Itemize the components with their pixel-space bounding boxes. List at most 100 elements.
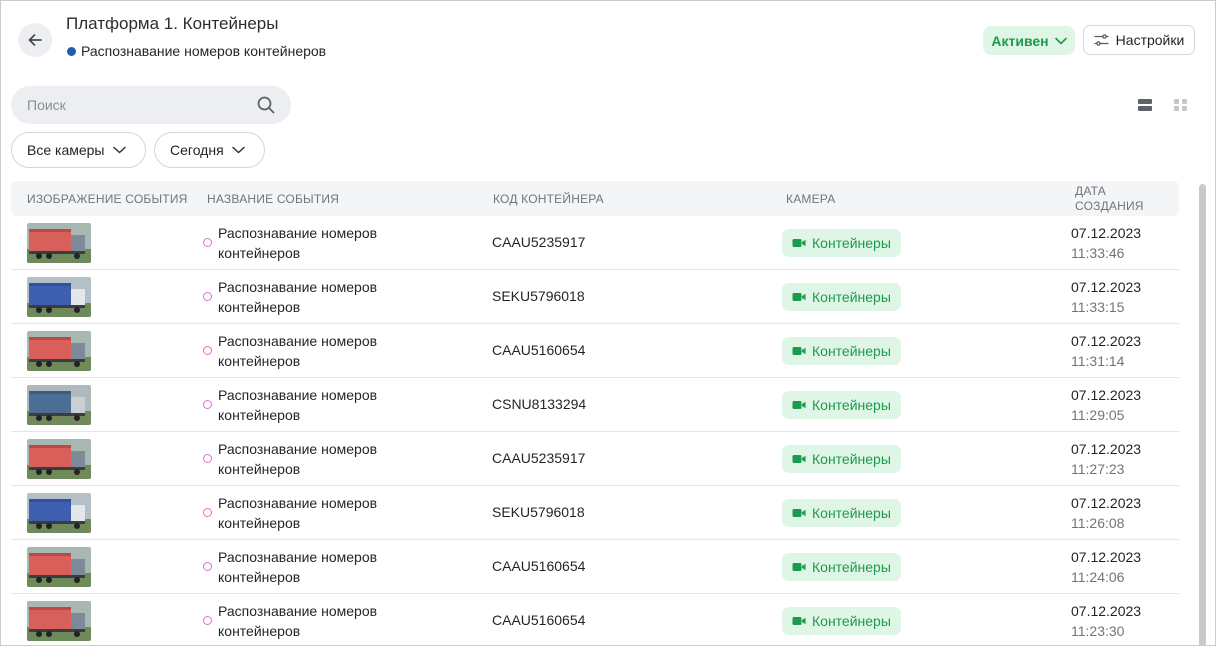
- table-row[interactable]: Распознавание номеров контейнеров SEKU57…: [11, 270, 1179, 324]
- camera-name: Контейнеры: [812, 235, 891, 251]
- video-camera-icon: [792, 455, 806, 463]
- subtitle-text: Распознавание номеров контейнеров: [81, 43, 327, 59]
- column-header-created-date[interactable]: Дата создания: [1075, 184, 1155, 214]
- back-button[interactable]: [18, 23, 52, 57]
- period-filter-dropdown[interactable]: Сегодня: [154, 132, 265, 168]
- column-header-event-name[interactable]: Название события: [207, 192, 339, 207]
- camera-chip[interactable]: Контейнеры: [782, 499, 901, 527]
- created-date: 07.12.2023: [1071, 495, 1142, 511]
- video-camera-icon: [792, 563, 806, 571]
- event-thumbnail[interactable]: [27, 223, 91, 263]
- table-row[interactable]: Распознавание номеров контейнеров CAAU51…: [11, 324, 1179, 378]
- truck-photo-icon: [27, 547, 91, 587]
- scrollbar[interactable]: [1199, 184, 1206, 645]
- created-date: 07.12.2023: [1071, 387, 1142, 403]
- camera-chip[interactable]: Контейнеры: [782, 553, 901, 581]
- column-header-image[interactable]: Изображение события: [27, 192, 188, 207]
- camera-chip[interactable]: Контейнеры: [782, 445, 901, 473]
- column-header-camera[interactable]: Камера: [786, 192, 835, 207]
- table-row[interactable]: Распознавание номеров контейнеров CAAU52…: [11, 216, 1179, 270]
- truck-photo-icon: [27, 601, 91, 641]
- created-time: 11:33:46: [1071, 245, 1125, 261]
- event-name: Распознавание номеров контейнеров: [218, 441, 378, 477]
- chevron-down-icon: [231, 146, 245, 154]
- truck-photo-icon: [27, 223, 91, 263]
- camera-chip[interactable]: Контейнеры: [782, 229, 901, 257]
- container-code: CAAU5235917: [492, 450, 586, 466]
- event-thumbnail[interactable]: [27, 277, 91, 317]
- table-row[interactable]: Распознавание номеров контейнеров SEKU57…: [11, 486, 1179, 540]
- table-row[interactable]: Распознавание номеров контейнеров CSNU81…: [11, 378, 1179, 432]
- video-camera-icon: [792, 509, 806, 517]
- event-type-dot: [203, 292, 212, 301]
- column-header-container-code[interactable]: Код контейнера: [493, 192, 604, 207]
- camera-name: Контейнеры: [812, 397, 891, 413]
- camera-name: Контейнеры: [812, 613, 891, 629]
- table-row[interactable]: Распознавание номеров контейнеров CAAU52…: [11, 432, 1179, 486]
- camera-name: Контейнеры: [812, 505, 891, 521]
- event-type-dot: [203, 508, 212, 517]
- event-name: Распознавание номеров контейнеров: [218, 333, 378, 369]
- status-dropdown[interactable]: Активен: [983, 26, 1075, 55]
- created-datetime: 07.12.2023 11:23:30: [1071, 601, 1141, 641]
- created-date: 07.12.2023: [1071, 441, 1142, 457]
- created-datetime: 07.12.2023 11:27:23: [1071, 439, 1141, 479]
- camera-filter-label: Все камеры: [27, 142, 105, 158]
- camera-name: Контейнеры: [812, 559, 891, 575]
- camera-name: Контейнеры: [812, 343, 891, 359]
- camera-chip[interactable]: Контейнеры: [782, 283, 901, 311]
- table-row[interactable]: Распознавание номеров контейнеров CAAU51…: [11, 594, 1179, 645]
- truck-photo-icon: [27, 439, 91, 479]
- event-thumbnail[interactable]: [27, 439, 91, 479]
- created-datetime: 07.12.2023 11:33:46: [1071, 223, 1141, 263]
- created-time: 11:33:15: [1071, 299, 1125, 315]
- truck-photo-icon: [27, 277, 91, 317]
- event-type-dot: [203, 400, 212, 409]
- chevron-down-icon: [1054, 37, 1067, 44]
- page-title: Платформа 1. Контейнеры: [66, 14, 279, 33]
- camera-filter-dropdown[interactable]: Все камеры: [11, 132, 146, 168]
- table-row[interactable]: Распознавание номеров контейнеров CAAU51…: [11, 540, 1179, 594]
- event-thumbnail[interactable]: [27, 601, 91, 641]
- search-icon[interactable]: [257, 96, 275, 114]
- event-name: Распознавание номеров контейнеров: [218, 387, 378, 423]
- video-camera-icon: [792, 617, 806, 625]
- created-datetime: 07.12.2023 11:24:06: [1071, 547, 1141, 587]
- status-dot: [67, 46, 76, 56]
- created-datetime: 07.12.2023 11:29:05: [1071, 385, 1141, 425]
- created-time: 11:29:05: [1071, 407, 1125, 423]
- created-date: 07.12.2023: [1071, 225, 1142, 241]
- chevron-down-icon: [112, 146, 126, 154]
- container-code: CSNU8133294: [492, 396, 587, 412]
- video-camera-icon: [792, 401, 806, 409]
- event-type-dot: [203, 238, 212, 247]
- created-datetime: 07.12.2023 11:26:08: [1071, 493, 1141, 533]
- created-date: 07.12.2023: [1071, 333, 1142, 349]
- camera-chip[interactable]: Контейнеры: [782, 607, 901, 635]
- video-camera-icon: [792, 347, 806, 355]
- event-thumbnail[interactable]: [27, 331, 91, 371]
- video-camera-icon: [792, 293, 806, 301]
- truck-photo-icon: [27, 385, 91, 425]
- camera-name: Контейнеры: [812, 289, 891, 305]
- arrow-left-icon: [28, 34, 42, 46]
- container-code: CAAU5235917: [492, 234, 586, 250]
- event-type-dot: [203, 454, 212, 463]
- app-window: Платформа 1. Контейнеры Распознавание но…: [0, 0, 1216, 646]
- settings-button[interactable]: Настройки: [1083, 25, 1195, 55]
- created-time: 11:24:06: [1071, 569, 1125, 585]
- container-code: CAAU5160654: [492, 612, 586, 628]
- event-thumbnail[interactable]: [27, 385, 91, 425]
- event-thumbnail[interactable]: [27, 493, 91, 533]
- event-thumbnail[interactable]: [27, 547, 91, 587]
- sliders-icon: [1094, 34, 1109, 46]
- grid-view-icon[interactable]: [1173, 98, 1189, 112]
- event-type-dot: [203, 616, 212, 625]
- list-view-icon[interactable]: [1137, 98, 1153, 112]
- camera-chip[interactable]: Контейнеры: [782, 337, 901, 365]
- container-code: CAAU5160654: [492, 342, 586, 358]
- created-datetime: 07.12.2023 11:33:15: [1071, 277, 1141, 317]
- event-name: Распознавание номеров контейнеров: [218, 225, 378, 261]
- camera-chip[interactable]: Контейнеры: [782, 391, 901, 419]
- search-input[interactable]: [27, 97, 257, 113]
